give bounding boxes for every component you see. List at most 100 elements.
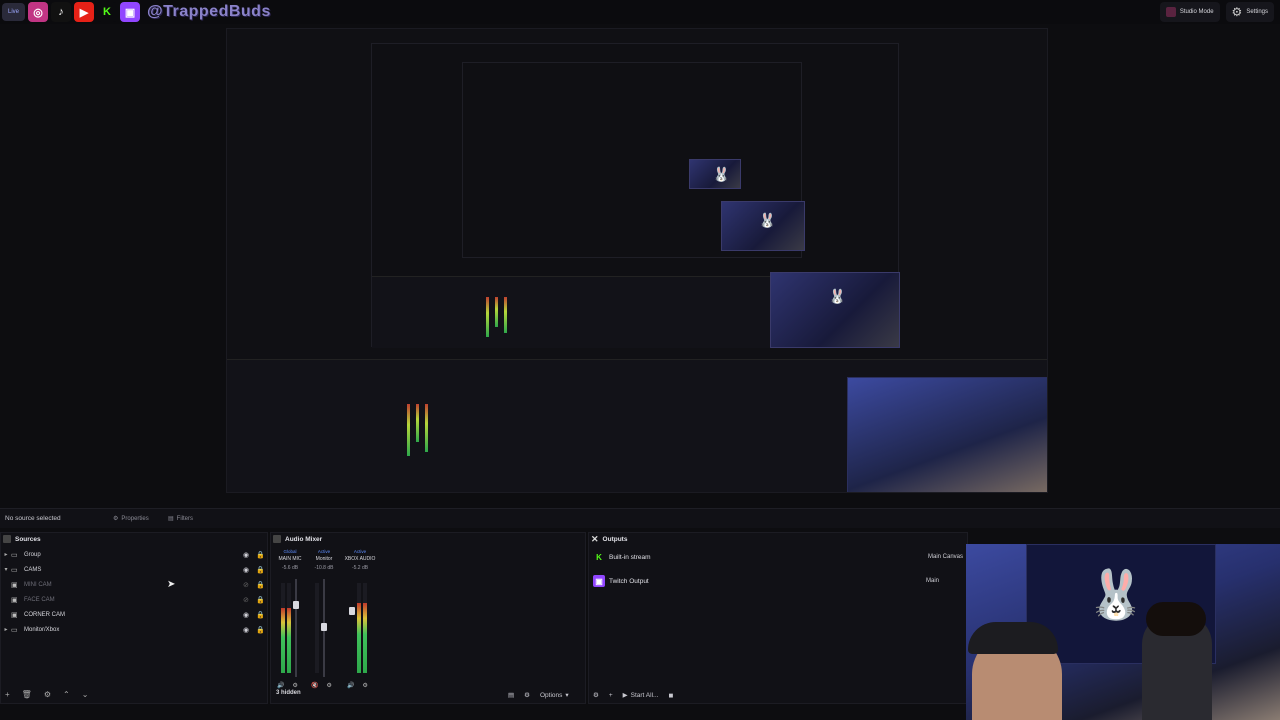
source-label: CORNER CAM — [24, 611, 66, 618]
fader-knob[interactable] — [293, 601, 299, 609]
volume-meter — [281, 583, 285, 673]
channel-name[interactable]: Monitor — [307, 556, 341, 562]
layout-icon[interactable]: ▤ — [508, 691, 514, 699]
chevron-down-icon[interactable]: ▾ — [1, 566, 11, 573]
output-item[interactable]: ▣ Twitch Output Main — [593, 573, 963, 589]
channel-name[interactable]: MAIN MIC — [273, 556, 307, 562]
start-all-label: Start All... — [630, 691, 659, 699]
speaker-muted-icon[interactable]: 🔇 — [311, 682, 318, 689]
speaker-icon[interactable]: 🔊 — [277, 682, 284, 689]
channel-settings-icon[interactable]: ⚙ — [326, 682, 331, 689]
camera-icon: ▣ — [11, 596, 18, 604]
move-down-icon[interactable]: ⌄ — [82, 690, 89, 699]
remove-icon[interactable]: 🗑 — [22, 690, 32, 699]
visibility-icon[interactable]: ◉ — [243, 626, 249, 634]
source-item[interactable]: ▣ FACE CAM ⊘ 🔒 — [1, 592, 269, 607]
lock-icon[interactable]: 🔒 — [256, 596, 265, 604]
source-item[interactable]: ▸ ▭ Monitor/Xbox ◉ 🔒 — [1, 622, 269, 637]
channel-db: -5.6 dB — [281, 565, 299, 571]
source-label: CAMS — [24, 566, 42, 573]
move-up-icon[interactable]: ⌃ — [63, 690, 70, 699]
channel-controls: 🔊 ⚙ — [347, 682, 368, 689]
source-label: Group — [24, 551, 41, 558]
volume-meter — [357, 583, 361, 673]
properties-button[interactable]: ⚙ Properties — [113, 515, 149, 523]
properties-icon: ⚙ — [113, 516, 119, 522]
source-item[interactable]: ▸ ▭ Group ◉ 🔒 — [1, 547, 269, 562]
source-item[interactable]: ▣ CORNER CAM ◉ 🔒 — [1, 607, 269, 622]
lock-icon[interactable]: 🔒 — [256, 566, 265, 574]
channel-settings-icon[interactable]: ⚙ — [362, 682, 367, 689]
channel-settings-icon[interactable]: ⚙ — [292, 682, 297, 689]
settings-button[interactable]: ⚙ Settings — [1225, 2, 1274, 22]
channel-handle: @TrappedBuds — [147, 3, 271, 20]
lock-icon[interactable]: 🔒 — [256, 551, 265, 559]
outputs-toolbar: ⚙ + ▶ Start All... ■ — [593, 688, 673, 702]
volume-fader[interactable] — [295, 579, 297, 677]
channel-name[interactable]: XBOX AUDIO — [343, 556, 377, 562]
preview-canvas[interactable] — [226, 28, 1048, 493]
person-left-beanie — [968, 622, 1058, 654]
kick-icon[interactable]: K — [97, 2, 118, 22]
person-right-hair — [1146, 602, 1206, 636]
output-item[interactable]: K Built-in stream Main Canvas — [593, 549, 963, 565]
filters-button[interactable]: ▤ Filters — [168, 515, 193, 523]
mixer-settings-icon[interactable]: ⚙ — [524, 691, 530, 699]
live-tab[interactable]: Live — [2, 3, 26, 21]
lock-icon[interactable]: 🔒 — [256, 611, 265, 619]
visibility-hidden-icon[interactable]: ⊘ — [243, 596, 249, 604]
folder-icon: ▭ — [11, 626, 18, 634]
lock-icon[interactable]: 🔒 — [256, 581, 265, 589]
studio-mode-button[interactable]: Studio Mode — [1159, 2, 1220, 22]
add-icon[interactable]: + — [609, 692, 613, 699]
play-icon: ▶ — [622, 692, 628, 699]
mixer-channel: Active XBOX AUDIO -5.2 dB 🔊 ⚙ — [343, 549, 377, 689]
tiktok-icon[interactable]: ♪ — [51, 2, 72, 22]
twitch-icon[interactable]: ▣ — [120, 2, 141, 22]
settings-label: Settings — [1246, 9, 1268, 15]
channel-controls: 🔇 ⚙ — [311, 682, 332, 689]
fader-knob[interactable] — [321, 623, 327, 631]
add-icon[interactable]: + — [5, 690, 10, 699]
channel-controls: 🔊 ⚙ — [277, 682, 298, 689]
source-item[interactable]: ▾ ▭ CAMS ◉ 🔒 — [1, 562, 269, 577]
visibility-icon[interactable]: ◉ — [243, 611, 249, 619]
gear-icon[interactable]: ⚙ — [44, 690, 51, 699]
nested-cam-large — [770, 272, 900, 348]
stop-icon[interactable]: ■ — [668, 691, 673, 700]
hidden-channels-label[interactable]: 3 hidden — [276, 690, 301, 696]
bunny-logo: 🐰 — [1086, 569, 1146, 622]
properties-label: Properties — [121, 515, 149, 522]
source-label: MINI CAM — [24, 581, 52, 588]
output-target: Main — [925, 578, 939, 584]
lock-icon[interactable]: 🔒 — [256, 626, 265, 634]
options-label: Options — [539, 691, 563, 699]
folder-icon: ▭ — [11, 551, 18, 559]
mouse-cursor: ➤ — [167, 579, 176, 590]
fader-knob[interactable] — [349, 607, 355, 615]
close-icon[interactable]: ✕ — [591, 534, 599, 545]
embedded-webcam — [847, 377, 1047, 492]
chevron-right-icon[interactable]: ▸ — [1, 551, 11, 558]
webcam-overlay: 🐰 — [966, 544, 1280, 720]
volume-meter — [363, 583, 367, 673]
channel-tag: Active — [317, 549, 331, 554]
source-label: FACE CAM — [24, 596, 55, 603]
chevron-right-icon[interactable]: ▸ — [1, 626, 11, 633]
options-button[interactable]: Options ▾ — [539, 691, 569, 700]
visibility-hidden-icon[interactable]: ⊘ — [243, 581, 249, 589]
speaker-icon[interactable]: 🔊 — [347, 682, 354, 689]
embedded-meters — [407, 404, 428, 456]
gear-icon[interactable]: ⚙ — [593, 691, 599, 699]
visibility-icon[interactable]: ◉ — [243, 566, 249, 574]
start-all-button[interactable]: ▶ Start All... — [622, 691, 659, 700]
mixer-title-text: Audio Mixer — [285, 535, 323, 543]
instagram-icon[interactable]: ◎ — [28, 2, 49, 22]
sources-title: Sources — [1, 533, 267, 545]
output-target: Main Canvas — [927, 554, 963, 560]
outputs-title: ✕ Outputs — [589, 533, 967, 545]
youtube-icon[interactable]: ▶ — [74, 2, 95, 22]
source-item[interactable]: ▣ MINI CAM ⊘ 🔒 — [1, 577, 269, 592]
folder-icon: ▭ — [11, 566, 18, 574]
visibility-icon[interactable]: ◉ — [243, 551, 249, 559]
